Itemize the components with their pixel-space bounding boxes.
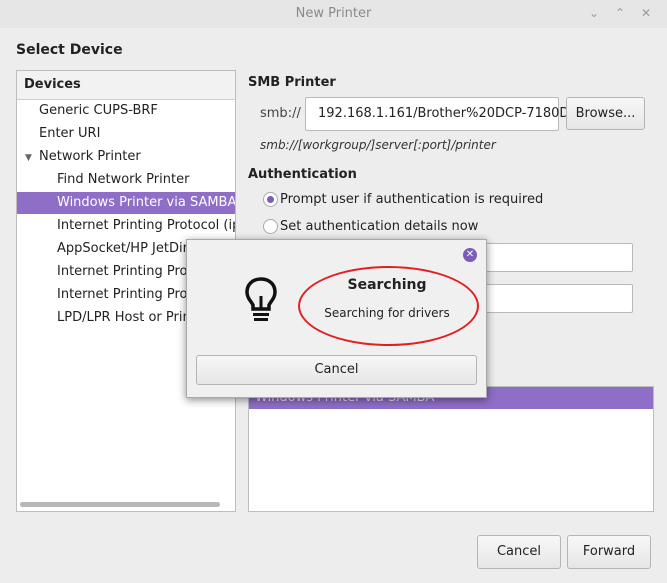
tree-item-label: Network Printer — [39, 149, 141, 164]
dialog-close-icon[interactable]: ✕ — [463, 248, 477, 262]
tree-item-enter-uri[interactable]: Enter URI — [17, 123, 235, 145]
username-input[interactable] — [470, 243, 633, 272]
cancel-button[interactable]: Cancel — [477, 535, 561, 569]
maximize-icon[interactable]: ⌃ — [613, 6, 627, 20]
expander-down-icon[interactable]: ▼ — [25, 147, 39, 168]
forward-button[interactable]: Forward — [567, 535, 651, 569]
page-title: Select Device — [16, 42, 123, 58]
smb-uri-value: 192.168.1.161/Brother%20DCP-7180DN — [318, 106, 580, 121]
radio-set-details[interactable] — [263, 219, 278, 234]
horizontal-scrollbar[interactable] — [20, 502, 220, 507]
dialog-title: Searching — [347, 277, 427, 293]
smb-section-title: SMB Printer — [248, 75, 336, 90]
devices-header: Devices — [17, 71, 235, 100]
dialog-message: Searching for drivers — [324, 306, 450, 320]
lightbulb-icon — [245, 277, 277, 321]
tree-item-network-printer[interactable]: ▼ Network Printer — [17, 146, 235, 168]
smb-prefix-label: smb:// — [260, 106, 301, 121]
tree-item-ipp[interactable]: Internet Printing Protocol (ipp) — [17, 215, 235, 237]
driver-list[interactable]: Windows Printer via SAMBA — [248, 386, 654, 512]
tree-item-generic-cups-brf[interactable]: Generic CUPS-BRF — [17, 100, 235, 122]
window-title: New Printer — [295, 6, 372, 21]
searching-dialog: ✕ Searching Searching for drivers Cancel — [186, 239, 487, 398]
smb-uri-hint: smb://[workgroup/]server[:port]/printer — [260, 138, 496, 152]
title-bar: New Printer ⌄ ⌃ ✕ — [0, 0, 667, 29]
radio-set-details-label[interactable]: Set authentication details now — [280, 219, 478, 234]
dialog-cancel-button[interactable]: Cancel — [196, 355, 477, 385]
tree-item-find-network-printer[interactable]: Find Network Printer — [17, 169, 235, 191]
radio-prompt-user[interactable] — [263, 192, 278, 207]
close-icon[interactable]: ✕ — [639, 6, 653, 20]
radio-prompt-user-label[interactable]: Prompt user if authentication is require… — [280, 192, 543, 207]
smb-uri-input[interactable]: 192.168.1.161/Brother%20DCP-7180DN — [305, 97, 579, 131]
browse-button[interactable]: Browse... — [566, 97, 645, 130]
auth-section-title: Authentication — [248, 167, 357, 182]
tree-item-windows-printer-samba[interactable]: Windows Printer via SAMBA — [17, 192, 235, 214]
minimize-icon[interactable]: ⌄ — [587, 6, 601, 20]
password-input[interactable] — [470, 284, 633, 313]
